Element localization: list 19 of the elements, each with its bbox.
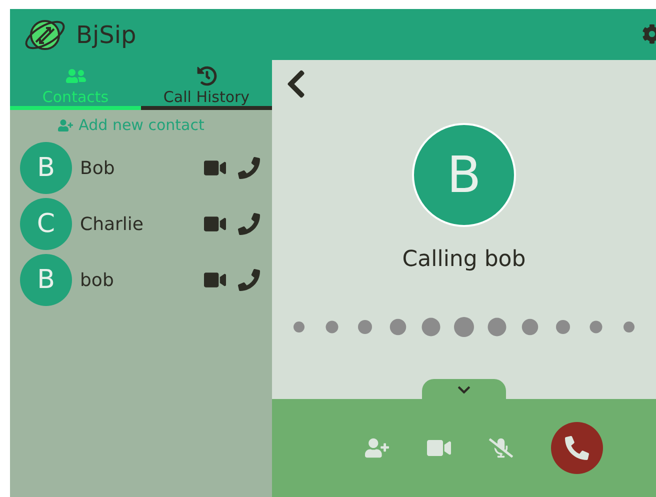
call-button[interactable] xyxy=(238,213,260,235)
avatar: B xyxy=(20,142,72,194)
contact-name[interactable]: Charlie xyxy=(80,214,204,234)
call-button[interactable] xyxy=(238,269,260,291)
contact-name[interactable]: Bob xyxy=(80,158,204,178)
phone-icon xyxy=(565,436,589,460)
caller-avatar: B xyxy=(412,123,516,227)
call-button[interactable] xyxy=(238,157,260,179)
people-icon xyxy=(66,66,86,86)
avatar: B xyxy=(20,254,72,306)
contact-name[interactable]: bob xyxy=(80,270,204,290)
avatar: C xyxy=(20,198,72,250)
app-title: BjSip xyxy=(76,20,136,48)
settings-icon[interactable] xyxy=(642,24,656,44)
history-icon xyxy=(196,66,216,86)
hang-up-button[interactable] xyxy=(551,422,603,474)
call-status: Calling bob xyxy=(402,247,526,272)
add-person-icon xyxy=(58,118,73,132)
collapse-handle[interactable] xyxy=(422,379,506,401)
